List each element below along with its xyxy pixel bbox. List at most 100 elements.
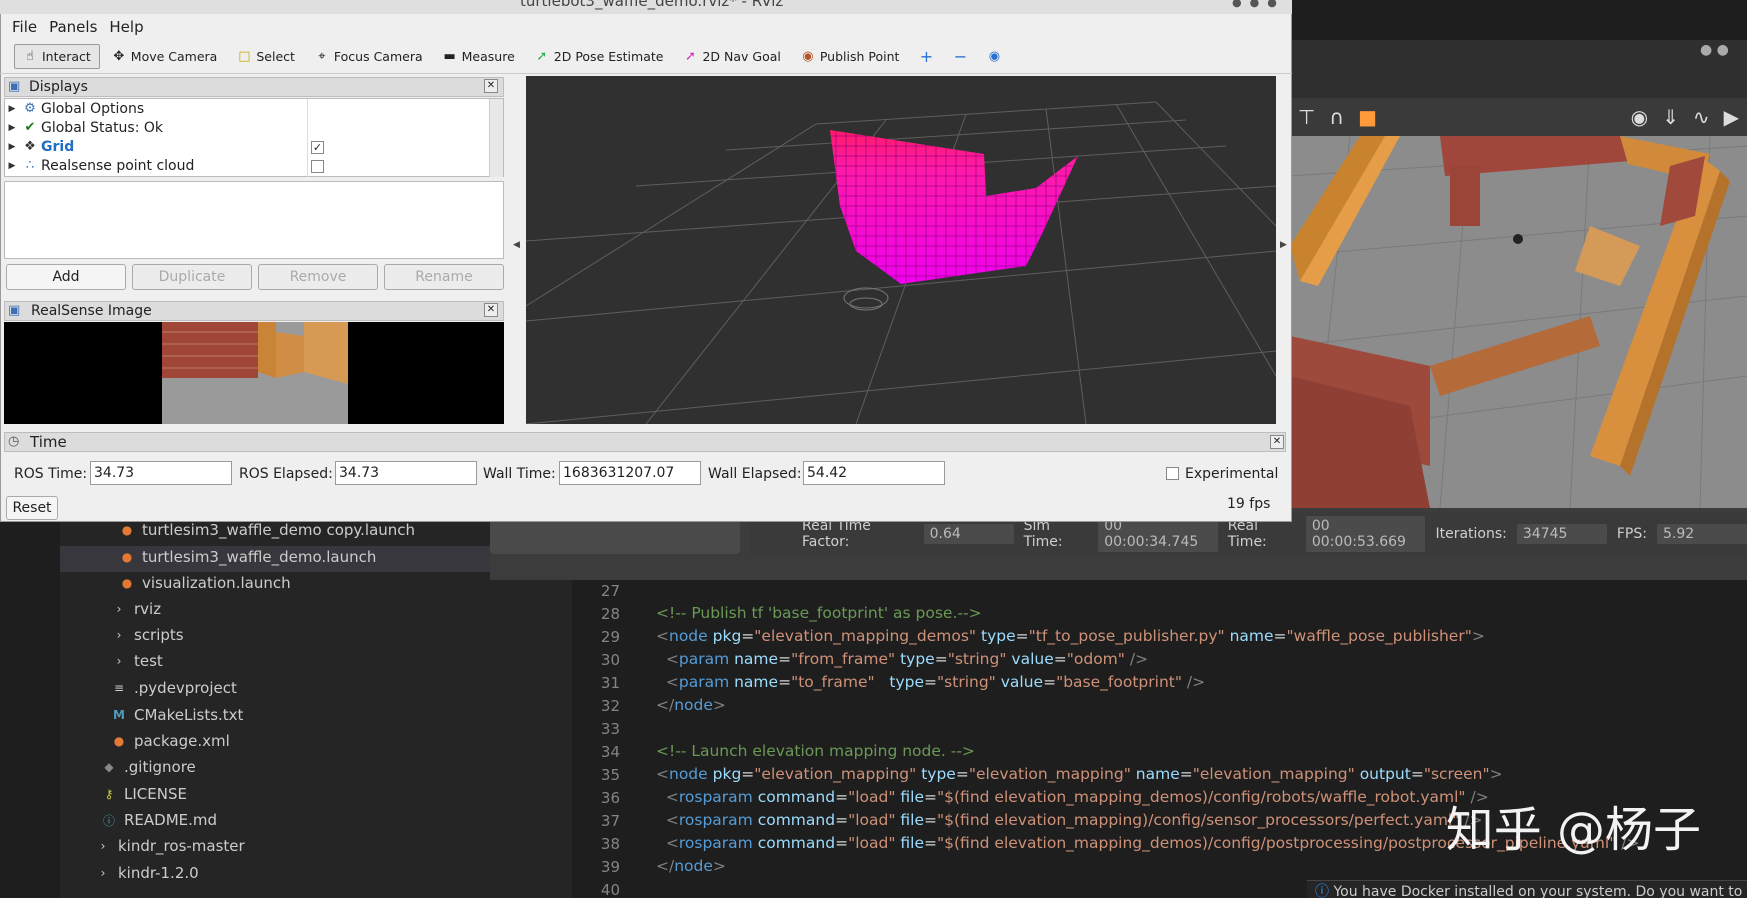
docker-notification[interactable]: ⓘ You have Docker installed on your syst… — [1307, 880, 1747, 898]
ros-elapsed-field[interactable]: 34.73 — [335, 461, 477, 485]
tool-label: Publish Point — [819, 49, 900, 64]
add-button[interactable]: Add — [6, 264, 126, 290]
tree-item-grid[interactable]: ▶ ❖ Grid — [5, 137, 75, 156]
monitor-icon: ▣ — [8, 79, 21, 94]
duplicate-button[interactable]: Duplicate — [132, 264, 252, 290]
close-icon[interactable]: ✕ — [484, 79, 498, 93]
tool-select[interactable]: □ Select — [229, 45, 303, 68]
explorer-folder[interactable]: › rviz — [112, 600, 162, 618]
pointcloud-checkbox[interactable] — [311, 160, 324, 173]
grid-checkbox[interactable]: ✓ — [311, 141, 324, 154]
explorer-item[interactable]: ◆ .gitignore — [102, 758, 196, 776]
remove-tool-button[interactable]: − — [945, 43, 975, 70]
menu-help[interactable]: Help — [109, 18, 143, 36]
align-icon[interactable]: ⊤ — [1298, 105, 1315, 129]
maze-render — [1290, 136, 1747, 508]
explorer-item[interactable]: ● package.xml — [112, 732, 230, 750]
collapse-right-icon[interactable]: ▶ — [1280, 240, 1287, 250]
explorer-folder[interactable]: › scripts — [112, 626, 184, 644]
tree-item-global-status[interactable]: ▶ ✔ Global Status: Ok — [5, 118, 163, 137]
tool-move-camera[interactable]: ✥ Move Camera — [104, 45, 226, 68]
ros-time-field[interactable]: 34.73 — [90, 461, 232, 485]
explorer-item[interactable]: ⚷ LICENSE — [102, 785, 187, 803]
wall-time-label: Wall Time: — [483, 466, 556, 482]
wall-time-field[interactable]: 1683631207.07 — [559, 461, 701, 485]
gazebo-3d-scene[interactable] — [1290, 136, 1747, 508]
rename-button[interactable]: Rename — [384, 264, 504, 290]
notification-text: You have Docker installed on your system… — [1333, 884, 1743, 898]
chevron-right-icon: › — [116, 602, 122, 616]
tool-2d-pose-estimate[interactable]: ➚ 2D Pose Estimate — [527, 45, 672, 68]
experimental-checkbox[interactable] — [1166, 467, 1179, 480]
diamond-icon: ◆ — [104, 760, 114, 774]
tool-focus-camera[interactable]: ⌖ Focus Camera — [307, 45, 431, 68]
tool-interact[interactable]: ☝ Interact — [14, 44, 100, 69]
log-icon[interactable]: ⇓ — [1662, 105, 1679, 129]
line-number: 37 — [600, 812, 620, 830]
explorer-item-label: package.xml — [134, 732, 230, 750]
viewport-render — [526, 76, 1276, 424]
explorer-folder[interactable]: › kindr-1.2.0 — [96, 864, 199, 882]
add-tool-button[interactable]: + — [911, 43, 941, 70]
explorer-item[interactable]: ● turtlesim3_waffle_demo copy.launch — [120, 521, 415, 539]
explorer-item[interactable]: M CMakeLists.txt — [112, 706, 243, 724]
collapse-left-icon[interactable]: ◀ — [513, 240, 520, 250]
image-icon: ▣ — [8, 303, 21, 318]
magnet-icon[interactable]: ∩ — [1329, 105, 1344, 129]
rviz-toolbar: ☝ Interact ✥ Move Camera □ Select ⌖ Focus Ca… — [0, 40, 1292, 74]
camera-icon[interactable]: ◉ — [1631, 105, 1648, 129]
line-number: 34 — [600, 743, 620, 761]
explorer-folder[interactable]: › test — [112, 652, 163, 670]
expand-icon[interactable]: ▶ — [5, 161, 19, 171]
realsense-image — [4, 322, 504, 424]
tool-label: Select — [256, 49, 295, 64]
plot-icon[interactable]: ∿ — [1693, 105, 1710, 129]
video-icon[interactable]: ▶ — [1724, 105, 1739, 129]
expand-icon[interactable]: ▶ — [5, 104, 19, 114]
tree-item-global-options[interactable]: ▶ ⚙ Global Options — [5, 99, 145, 118]
rviz-3d-viewport[interactable] — [526, 76, 1276, 424]
explorer-item[interactable]: ● visualization.launch — [120, 574, 291, 592]
explorer-item-label: visualization.launch — [142, 574, 291, 592]
key-icon: ⚷ — [104, 787, 114, 801]
explorer-item-selected[interactable]: ● turtlesim3_waffle_demo.launch — [120, 548, 377, 566]
window-controls-icon[interactable]: ● ● — [1700, 42, 1729, 58]
rss-icon: ● — [121, 550, 133, 564]
line-number: 31 — [600, 674, 620, 692]
expand-icon[interactable]: ▶ — [5, 142, 19, 152]
menu-panels[interactable]: Panels — [49, 18, 97, 36]
select-icon: □ — [238, 49, 251, 64]
tool-2d-nav-goal[interactable]: ➚ 2D Nav Goal — [675, 45, 788, 68]
info-icon: ⓘ — [102, 813, 115, 828]
explorer-folder[interactable]: › kindr_ros-master — [96, 837, 245, 855]
tool-publish-point[interactable]: ◉ Publish Point — [793, 45, 908, 68]
code-line: <rosparam command="load" file="$(find el… — [665, 788, 1489, 806]
window-controls-icon[interactable]: ●●● — [1232, 0, 1285, 9]
explorer-item-label: test — [134, 652, 163, 670]
ros-elapsed-label: ROS Elapsed: — [239, 466, 333, 482]
iterations-value: 34745 — [1516, 524, 1607, 544]
tool-measure[interactable]: ▬ Measure — [435, 45, 523, 68]
view-toggle-button[interactable]: ◉ — [979, 45, 1009, 68]
tree-scrollbar[interactable] — [489, 99, 503, 177]
code-line: </node> — [656, 857, 726, 875]
explorer-item[interactable]: ⓘ README.md — [102, 811, 217, 829]
menu-file[interactable]: File — [12, 18, 37, 36]
line-number: 39 — [600, 858, 620, 876]
reset-button[interactable]: Reset — [6, 496, 58, 520]
expand-icon[interactable]: ▶ — [5, 123, 19, 133]
explorer-item[interactable]: ≡ .pydevproject — [112, 679, 237, 697]
color-icon[interactable]: ■ — [1358, 105, 1377, 129]
wall-elapsed-field[interactable]: 54.42 — [803, 461, 945, 485]
explorer-item-label: README.md — [124, 811, 218, 829]
rtf-value: 0.64 — [923, 524, 1014, 544]
close-icon[interactable]: ✕ — [1270, 435, 1284, 449]
pin-icon: ◉ — [802, 49, 814, 64]
close-icon[interactable]: ✕ — [484, 303, 498, 317]
gear-icon: ⚙ — [24, 101, 36, 116]
time-header — [4, 432, 1286, 452]
explorer-item-label: .gitignore — [124, 758, 196, 776]
tree-item-realsense-point-cloud[interactable]: ▶ ∴ Realsense point cloud — [5, 156, 195, 175]
displays-tree[interactable]: ▶ ⚙ Global Options ▶ ✔ Global Status: Ok ▶ ❖ G… — [4, 98, 504, 177]
remove-button[interactable]: Remove — [258, 264, 378, 290]
